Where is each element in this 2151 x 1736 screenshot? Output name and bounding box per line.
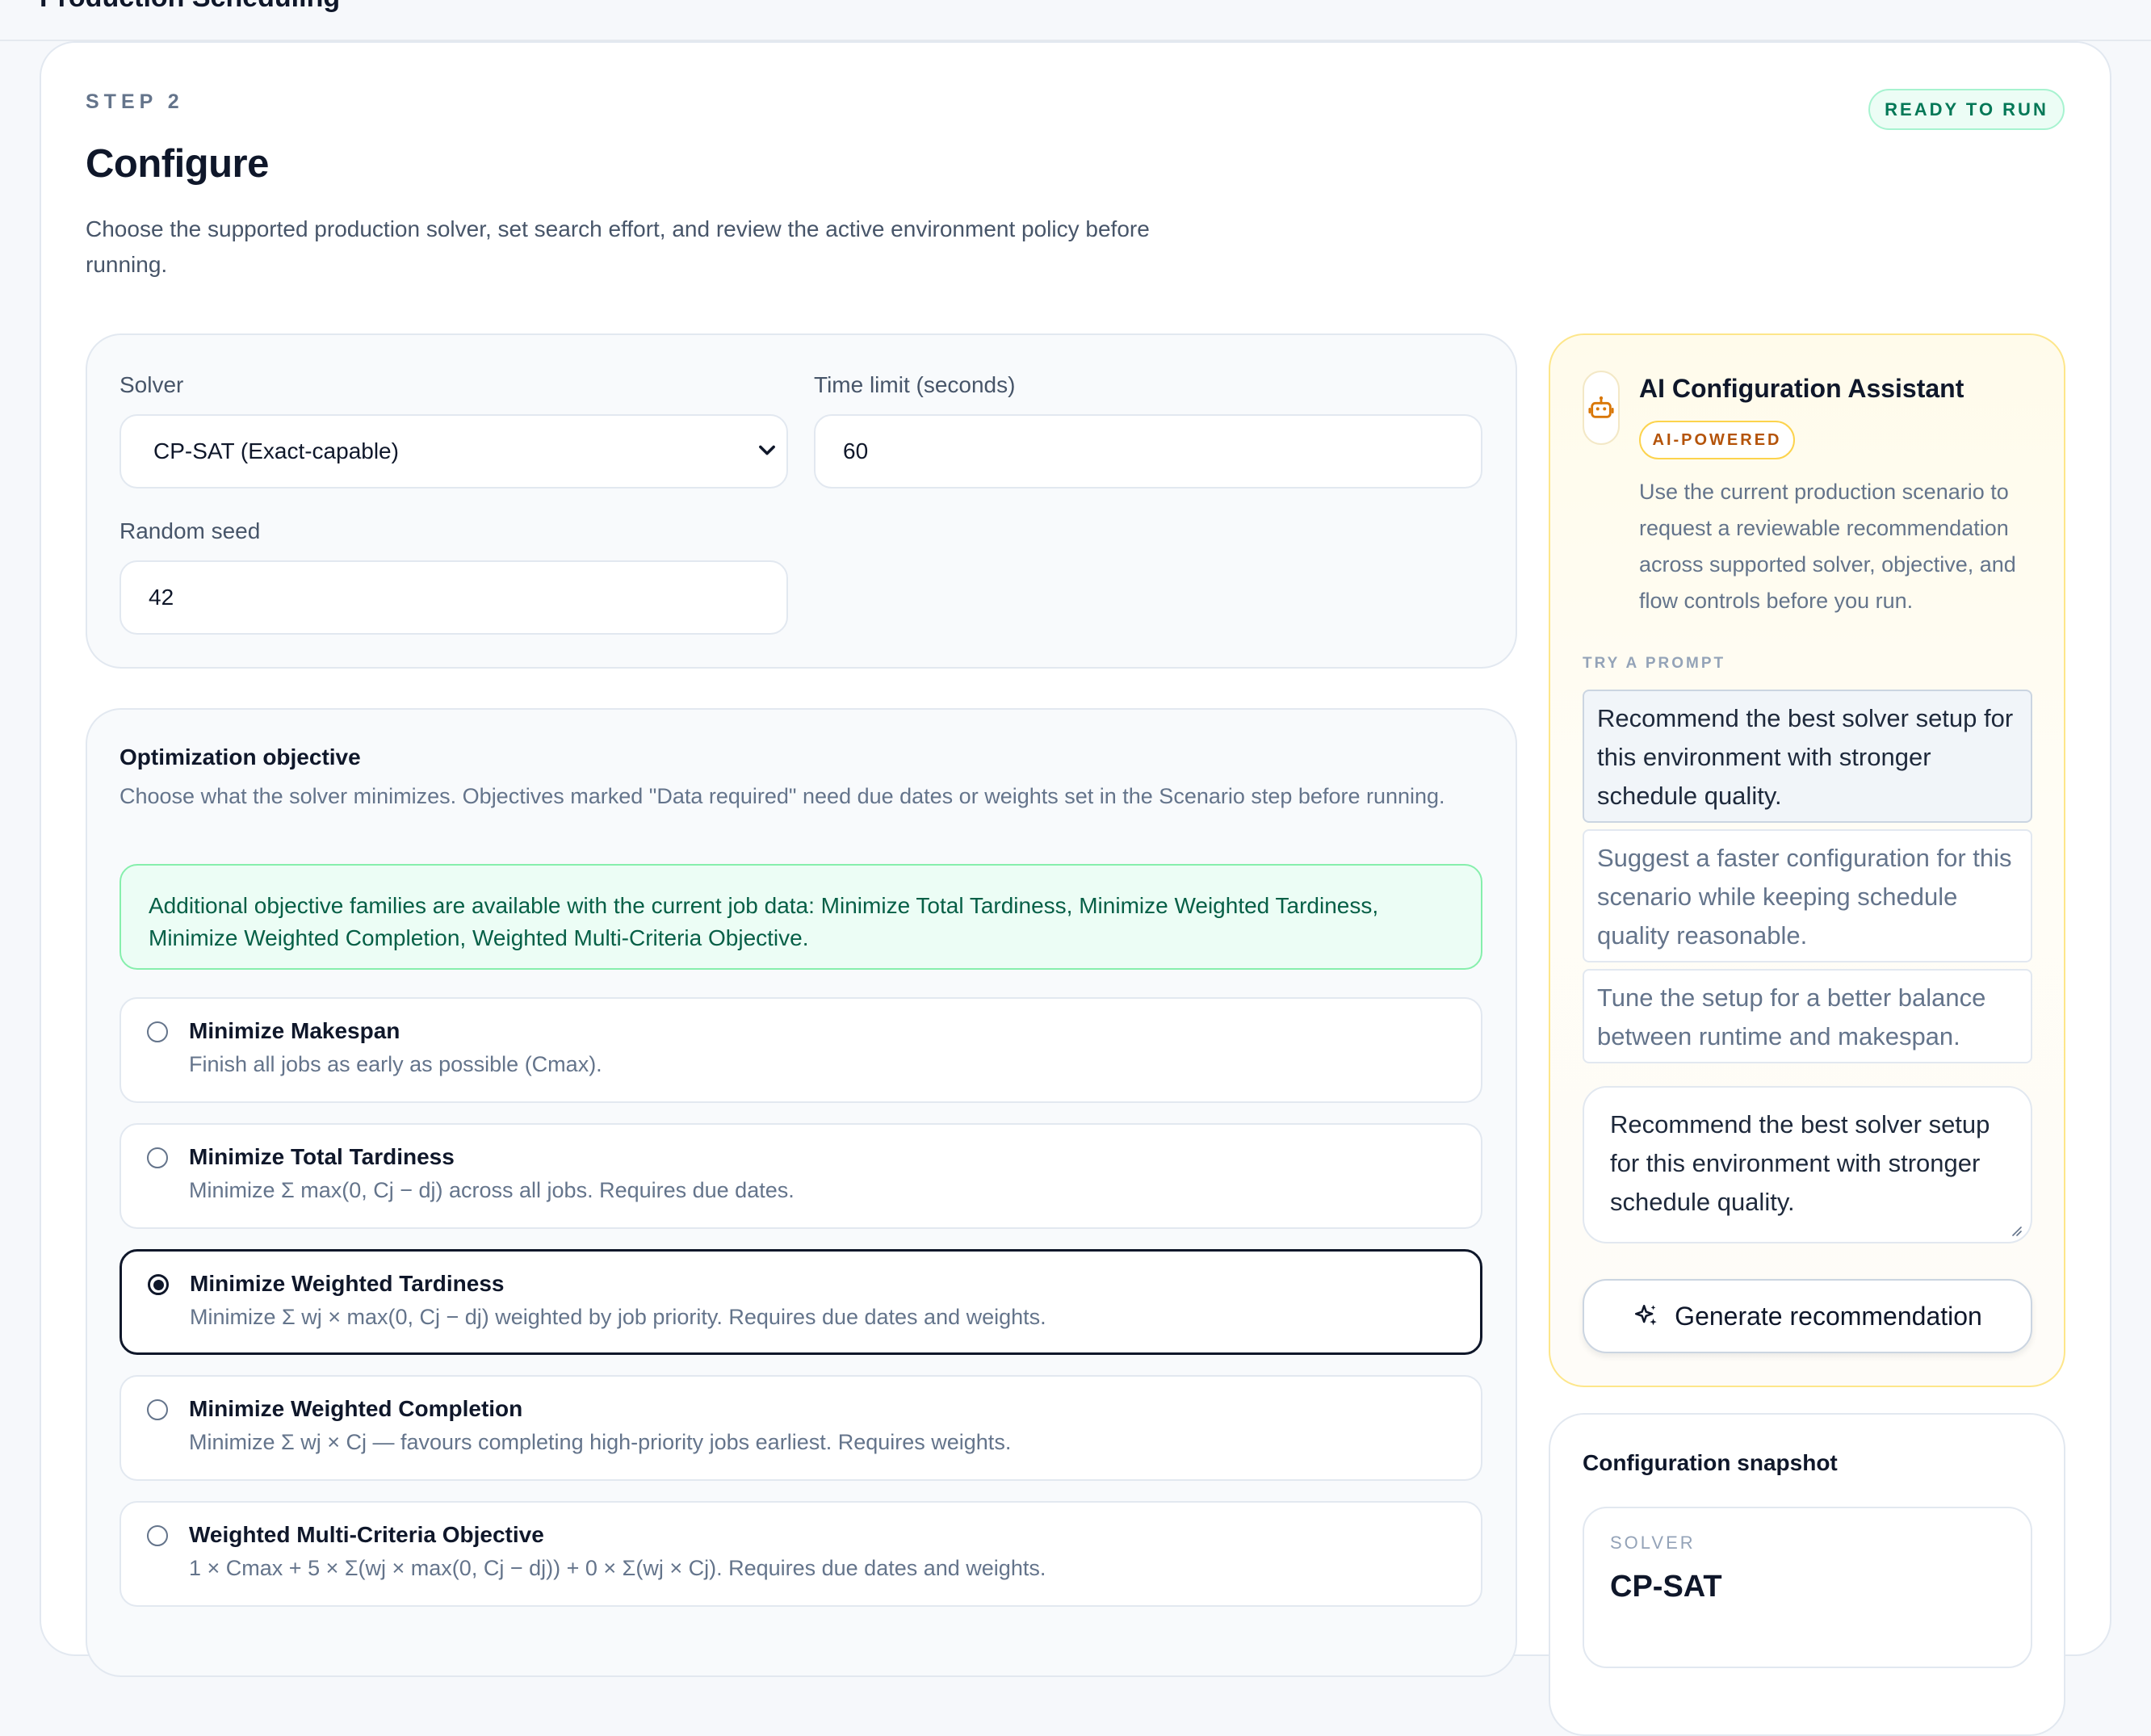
option-description: Minimize Σ max(0, Cj − dj) across all jo… bbox=[189, 1178, 795, 1202]
snapshot-title: Configuration snapshot bbox=[1583, 1450, 1838, 1475]
robot-icon-container bbox=[1583, 371, 1620, 445]
prompt-textarea[interactable]: Recommend the best solver setup for this… bbox=[1583, 1086, 2032, 1243]
resize-handle-icon[interactable] bbox=[2008, 1222, 2023, 1237]
option-title: Weighted Multi-Criteria Objective bbox=[189, 1522, 544, 1547]
solver-select-value: CP-SAT (Exact-capable) bbox=[153, 438, 399, 463]
objective-option-total-tardiness[interactable]: Minimize Total Tardiness Minimize Σ max(… bbox=[120, 1123, 1482, 1229]
random-seed-value: 42 bbox=[149, 585, 174, 610]
option-description: Minimize Σ wj × max(0, Cj − dj) weighted… bbox=[190, 1305, 1046, 1329]
objective-title: Optimization objective bbox=[120, 744, 361, 769]
objective-description: Choose what the solver minimizes. Object… bbox=[120, 784, 1445, 808]
option-description: 1 × Cmax + 5 × Σ(wj × max(0, Cj − dj)) +… bbox=[189, 1556, 1046, 1580]
snapshot-solver-key: SOLVER bbox=[1610, 1533, 1696, 1553]
generate-button-label: Generate recommendation bbox=[1675, 1301, 1982, 1331]
status-badge: READY TO RUN bbox=[1868, 89, 2065, 130]
ai-assistant-card: AI Configuration Assistant AI-POWERED Us… bbox=[1549, 333, 2065, 1387]
solver-select[interactable]: CP-SAT (Exact-capable) bbox=[120, 414, 788, 489]
objective-radio[interactable] bbox=[147, 1147, 168, 1168]
objective-option-weighted-tardiness[interactable]: Minimize Weighted Tardiness Minimize Σ w… bbox=[120, 1249, 1482, 1355]
configuration-snapshot-card: Configuration snapshot SOLVER CP-SAT bbox=[1549, 1413, 2065, 1736]
generate-recommendation-button[interactable]: Generate recommendation bbox=[1583, 1279, 2032, 1353]
option-title: Minimize Total Tardiness bbox=[189, 1144, 455, 1169]
objective-radio[interactable] bbox=[147, 1399, 168, 1420]
objective-option-makespan[interactable]: Minimize Makespan Finish all jobs as ear… bbox=[120, 997, 1482, 1103]
app-title: Production Scheduling bbox=[40, 0, 340, 14]
solver-label: Solver bbox=[120, 372, 184, 397]
prompt-textarea-value: Recommend the best solver setup for this… bbox=[1610, 1110, 1990, 1216]
time-limit-input[interactable]: 60 bbox=[814, 414, 1482, 489]
ai-powered-badge: AI-POWERED bbox=[1639, 421, 1795, 459]
objective-radio[interactable] bbox=[147, 1021, 168, 1042]
option-title: Minimize Weighted Completion bbox=[189, 1396, 523, 1421]
step-label: STEP 2 bbox=[86, 90, 184, 113]
time-limit-value: 60 bbox=[843, 438, 869, 463]
objective-radio[interactable] bbox=[147, 1525, 168, 1546]
sparkles-icon bbox=[1635, 1304, 1657, 1326]
try-prompt-label: TRY A PROMPT bbox=[1583, 655, 1726, 672]
prompt-suggestion-2[interactable]: Suggest a faster configuration for this … bbox=[1583, 829, 2032, 962]
assistant-title: AI Configuration Assistant bbox=[1639, 374, 1964, 403]
option-title: Minimize Makespan bbox=[189, 1018, 400, 1043]
objective-option-multi-criteria[interactable]: Weighted Multi-Criteria Objective 1 × Cm… bbox=[120, 1501, 1482, 1607]
option-description: Finish all jobs as early as possible (Cm… bbox=[189, 1052, 602, 1076]
random-seed-label: Random seed bbox=[120, 518, 261, 543]
time-limit-label: Time limit (seconds) bbox=[814, 372, 1016, 397]
prompt-suggestion-1[interactable]: Recommend the best solver setup for this… bbox=[1583, 690, 2032, 823]
objective-info-banner: Additional objective families are availa… bbox=[120, 864, 1482, 970]
random-seed-input[interactable]: 42 bbox=[120, 560, 788, 635]
assistant-description: Use the current production scenario to r… bbox=[1639, 480, 2016, 613]
snapshot-solver-value: CP-SAT bbox=[1610, 1570, 1722, 1604]
top-bar: Production Scheduling bbox=[0, 0, 2151, 41]
chevron-down-icon bbox=[759, 445, 775, 455]
snapshot-solver-box: SOLVER CP-SAT bbox=[1583, 1507, 2032, 1668]
option-description: Minimize Σ wj × Cj — favours completing … bbox=[189, 1430, 1012, 1454]
robot-icon bbox=[1588, 396, 1614, 418]
objective-option-weighted-completion[interactable]: Minimize Weighted Completion Minimize Σ … bbox=[120, 1375, 1482, 1481]
prompt-suggestion-3[interactable]: Tune the setup for a better balance betw… bbox=[1583, 969, 2032, 1063]
page-title: Configure bbox=[86, 142, 269, 186]
objective-radio-selected[interactable] bbox=[148, 1274, 169, 1295]
option-title: Minimize Weighted Tardiness bbox=[190, 1271, 505, 1296]
page-description: Choose the supported production solver, … bbox=[86, 216, 1150, 277]
